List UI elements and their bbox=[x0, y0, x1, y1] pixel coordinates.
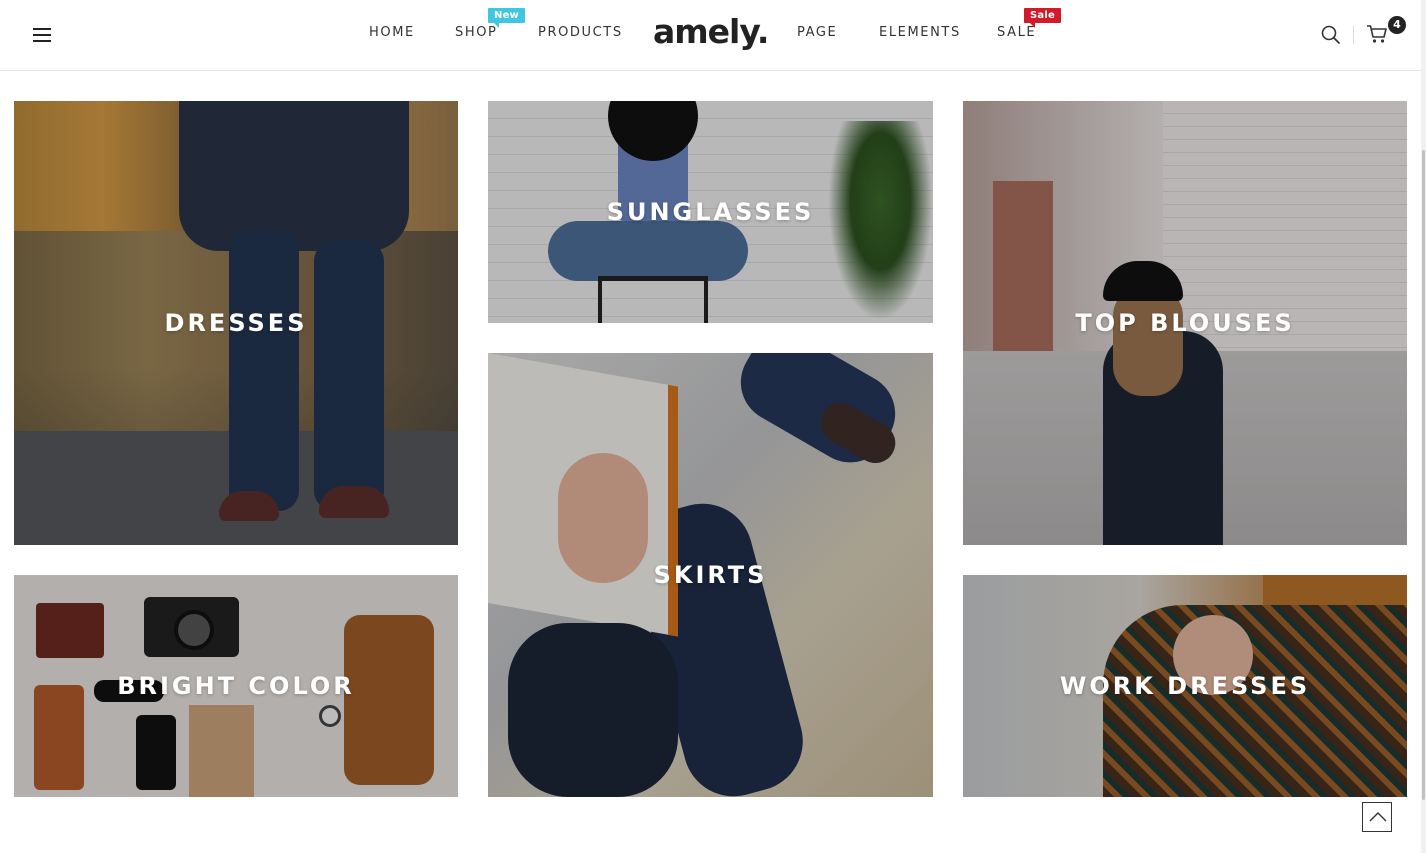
category-label-bright-color[interactable]: BRIGHT COLOR bbox=[14, 671, 458, 701]
category-label-top-blouses[interactable]: TOP BLOUSES bbox=[963, 308, 1407, 338]
category-tile-skirts[interactable]: SKIRTS bbox=[488, 353, 933, 797]
hamburger-menu-icon[interactable] bbox=[33, 28, 51, 42]
sale-badge: Sale bbox=[1024, 8, 1061, 28]
search-icon[interactable] bbox=[1320, 24, 1342, 46]
category-label-skirts[interactable]: SKIRTS bbox=[488, 560, 933, 590]
nav-page[interactable]: PAGE bbox=[797, 25, 837, 41]
new-badge: New bbox=[488, 8, 525, 28]
back-to-top-button[interactable] bbox=[1362, 802, 1392, 832]
chevron-up-icon bbox=[1369, 812, 1387, 822]
category-tile-work-dresses[interactable]: WORK DRESSES bbox=[963, 575, 1407, 797]
site-header: HOME SHOP New PRODUCTS amely. PAGE ELEME… bbox=[0, 0, 1426, 71]
category-tile-bright-color[interactable]: BRIGHT COLOR bbox=[14, 575, 458, 797]
scrollbar-thumb[interactable] bbox=[1422, 150, 1425, 800]
site-logo[interactable]: amely. bbox=[653, 10, 769, 54]
nav-shop[interactable]: SHOP bbox=[455, 25, 498, 41]
category-tile-sunglasses[interactable]: SUNGLASSES bbox=[488, 101, 933, 323]
category-label-work-dresses[interactable]: WORK DRESSES bbox=[963, 671, 1407, 701]
category-tile-dresses[interactable]: DRESSES bbox=[14, 101, 458, 545]
cart-count-badge: 4 bbox=[1388, 16, 1406, 34]
category-tile-top-blouses[interactable]: TOP BLOUSES bbox=[963, 101, 1407, 545]
nav-products[interactable]: PRODUCTS bbox=[538, 25, 623, 41]
header-divider bbox=[1353, 26, 1354, 44]
nav-elements[interactable]: ELEMENTS bbox=[879, 25, 961, 41]
category-label-sunglasses[interactable]: SUNGLASSES bbox=[488, 197, 933, 227]
category-label-dresses[interactable]: DRESSES bbox=[14, 308, 458, 338]
nav-home[interactable]: HOME bbox=[369, 25, 415, 41]
cart-icon[interactable] bbox=[1366, 23, 1390, 45]
